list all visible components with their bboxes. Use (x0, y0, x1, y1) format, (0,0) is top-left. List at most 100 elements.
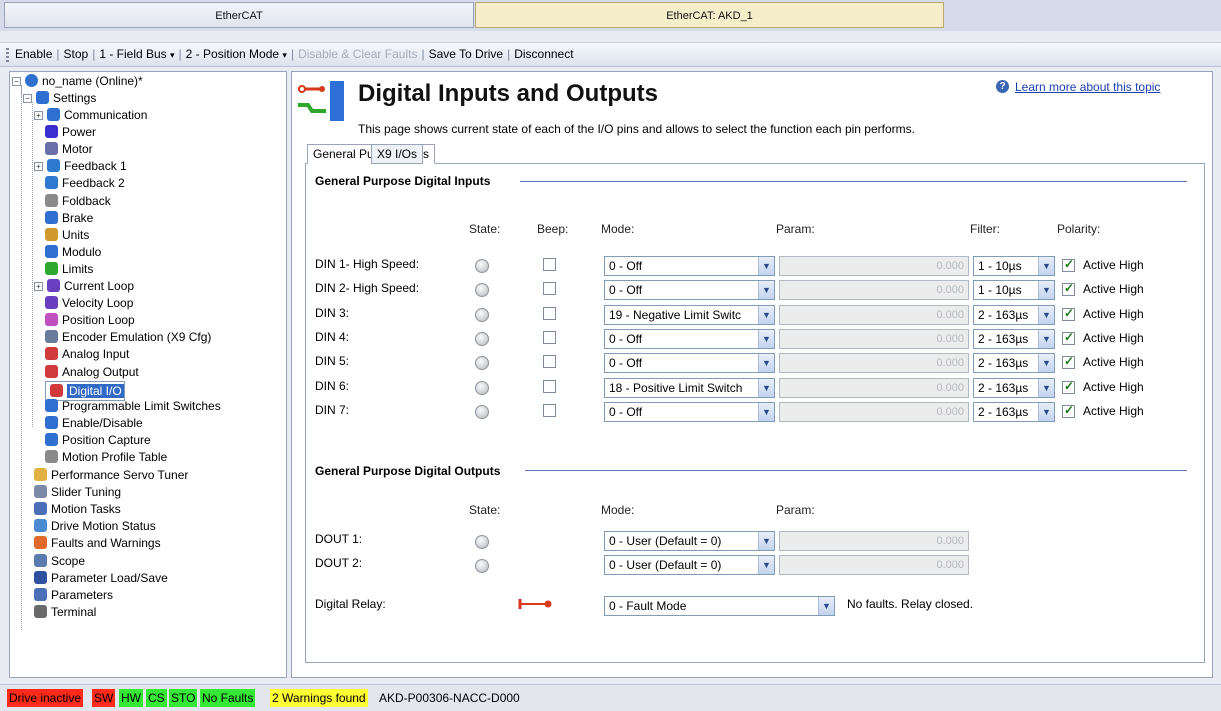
stop-button[interactable]: Stop (62, 47, 91, 61)
tree-node-label: Power (62, 125, 97, 140)
tree-node-settings[interactable]: − Settings (23, 90, 96, 107)
tab-x9-ios[interactable]: X9 I/Os (371, 144, 424, 164)
tree-node-icon (34, 553, 47, 567)
din-beep-checkbox[interactable] (543, 403, 556, 417)
tree-line (32, 102, 33, 427)
field-bus-dropdown[interactable]: 1 - Field Bus ▾ (97, 47, 176, 61)
din-polarity-label: Active High (1083, 282, 1144, 297)
din-beep-checkbox[interactable] (543, 282, 556, 296)
save-to-drive-button[interactable]: Save To Drive (427, 47, 505, 61)
tree-node-analog-output[interactable]: Analog Output (45, 364, 139, 381)
tree-node-parameter-load-save[interactable]: Parameter Load/Save (34, 570, 168, 587)
din-polarity-checkbox[interactable] (1062, 354, 1075, 370)
tree-node-motion-profile-table[interactable]: Motion Profile Table (45, 449, 167, 466)
tab-ethercat[interactable]: EtherCAT (4, 2, 474, 28)
din-mode-select[interactable]: 0 - Off ▼ (604, 401, 775, 422)
din-mode-select[interactable]: 0 - Off ▼ (604, 353, 775, 374)
din-filter-select[interactable]: 2 - 163µs ▼ (973, 377, 1055, 398)
toolbar-separator: | (56, 47, 60, 61)
tree-node-label: Slider Tuning (51, 485, 122, 500)
col-header-beep: Beep: (537, 222, 569, 236)
din-filter-select[interactable]: 2 - 163µs ▼ (973, 304, 1055, 325)
dout-mode-select[interactable]: 0 - User (Default = 0) ▼ (604, 531, 775, 551)
din-mode-select[interactable]: 0 - Off ▼ (604, 328, 775, 349)
position-mode-dropdown[interactable]: 2 - Position Mode ▾ (184, 47, 289, 61)
tree-node-feedback-2[interactable]: Feedback 2 (45, 175, 125, 192)
tree-node-parameters[interactable]: Parameters (34, 587, 113, 604)
tree-node-analog-input[interactable]: Analog Input (45, 346, 129, 363)
tree-node-label: Foldback (62, 193, 111, 208)
tree-node-faults-and-warnings[interactable]: Faults and Warnings (34, 535, 161, 552)
din-filter-select[interactable]: 2 - 163µs ▼ (973, 353, 1055, 374)
din-polarity-checkbox[interactable] (1062, 379, 1075, 394)
tree-node-performance-servo-tuner[interactable]: Performance Servo Tuner (34, 467, 188, 484)
expand-icon[interactable]: + (34, 162, 43, 172)
tree-node-programmable-limit-switches[interactable]: Programmable Limit Switches (45, 398, 221, 415)
din-beep-checkbox[interactable] (543, 330, 556, 344)
din-mode-select[interactable]: 0 - Off ▼ (604, 280, 775, 301)
din-beep-checkbox[interactable] (543, 258, 556, 271)
din-polarity-label: Active High (1083, 330, 1144, 345)
tree-node-slider-tuning[interactable]: Slider Tuning (34, 484, 121, 501)
select-value: 0 - Off (609, 259, 643, 273)
din-polarity-checkbox[interactable] (1062, 403, 1075, 418)
tree-node-feedback-1[interactable]: + Feedback 1 (34, 158, 127, 175)
expand-icon[interactable]: + (34, 111, 43, 120)
expand-icon[interactable]: + (34, 282, 43, 291)
tree-node-communication[interactable]: + Communication (34, 107, 147, 124)
dout-mode-select[interactable]: 0 - User (Default = 0) ▼ (604, 555, 775, 575)
tree-node-velocity-loop[interactable]: Velocity Loop (45, 295, 133, 312)
din-label: DIN 2- High Speed: (315, 281, 420, 296)
din-filter-select[interactable]: 1 - 10µs ▼ (973, 280, 1055, 301)
din-beep-checkbox[interactable] (543, 306, 556, 320)
din-beep-checkbox[interactable] (543, 379, 556, 393)
enable-button[interactable]: Enable (13, 47, 54, 61)
settings-tree: − no_name (Online)* − Settings + Communicat… (9, 71, 287, 678)
din-polarity-checkbox[interactable] (1062, 281, 1075, 297)
tree-node-foldback[interactable]: Foldback (45, 193, 111, 210)
toolbar-grip[interactable] (6, 47, 9, 62)
tree-node-power[interactable]: Power (45, 124, 96, 141)
tree-node-drive-motion-status[interactable]: Drive Motion Status (34, 518, 156, 535)
tree-node-motor[interactable]: Motor (45, 141, 93, 158)
help-icon[interactable]: ? (996, 80, 1009, 93)
din-filter-select[interactable]: 1 - 10µs ▼ (973, 256, 1055, 276)
din-polarity-checkbox[interactable] (1062, 257, 1075, 272)
din-beep-checkbox[interactable] (543, 355, 556, 369)
digital-io-header-icon (298, 81, 344, 121)
collapse-icon[interactable]: − (12, 77, 21, 86)
tree-node-enable-disable[interactable]: Enable/Disable (45, 415, 143, 432)
tree-node-position-loop[interactable]: Position Loop (45, 312, 135, 329)
disable-clear-faults-button[interactable]: Disable & Clear Faults (296, 47, 419, 61)
tree-node-modulo[interactable]: Modulo (45, 244, 101, 261)
relay-mode-select[interactable]: 0 - Fault Mode ▼ (604, 596, 835, 616)
tree-node-icon (45, 176, 58, 190)
din-polarity-checkbox[interactable] (1062, 330, 1075, 345)
tree-node-units[interactable]: Units (45, 227, 89, 244)
din-mode-select[interactable]: 18 - Positive Limit Switch ▼ (604, 377, 775, 398)
tree-node-root[interactable]: − no_name (Online)* (12, 73, 143, 90)
disconnect-button[interactable]: Disconnect (512, 47, 575, 61)
warnings-badge[interactable]: 2 Warnings found (270, 689, 368, 707)
tab-ethercat-akd1[interactable]: EtherCAT: AKD_1 (475, 2, 944, 28)
tree-node-scope[interactable]: Scope (34, 553, 85, 570)
din-filter-select[interactable]: 2 - 163µs ▼ (973, 401, 1055, 422)
tree-node-icon (45, 125, 58, 139)
tree-node-icon (45, 330, 58, 344)
chevron-down-icon: ▼ (1038, 354, 1054, 373)
tree-node-current-loop[interactable]: + Current Loop (34, 278, 134, 295)
din-mode-select[interactable]: 0 - Off ▼ (604, 256, 775, 276)
tree-node-label: Feedback 1 (64, 159, 127, 174)
tree-node-position-capture[interactable]: Position Capture (45, 432, 151, 449)
din-polarity-checkbox[interactable] (1062, 306, 1075, 321)
din-mode-select[interactable]: 19 - Negative Limit Switc ▼ (604, 304, 775, 325)
din-filter-select[interactable]: 2 - 163µs ▼ (973, 328, 1055, 349)
learn-more-link[interactable]: Learn more about this topic (1015, 80, 1160, 94)
tree-node-limits[interactable]: Limits (45, 261, 93, 278)
collapse-icon[interactable]: − (23, 94, 32, 103)
tree-node-brake[interactable]: Brake (45, 210, 93, 227)
tree-node-terminal[interactable]: Terminal (34, 604, 96, 621)
select-value: 2 - 163µs (978, 307, 1029, 322)
tree-node-motion-tasks[interactable]: Motion Tasks (34, 501, 121, 518)
tree-node-encoder-emulation-x9-cfg[interactable]: Encoder Emulation (X9 Cfg) (45, 329, 211, 346)
